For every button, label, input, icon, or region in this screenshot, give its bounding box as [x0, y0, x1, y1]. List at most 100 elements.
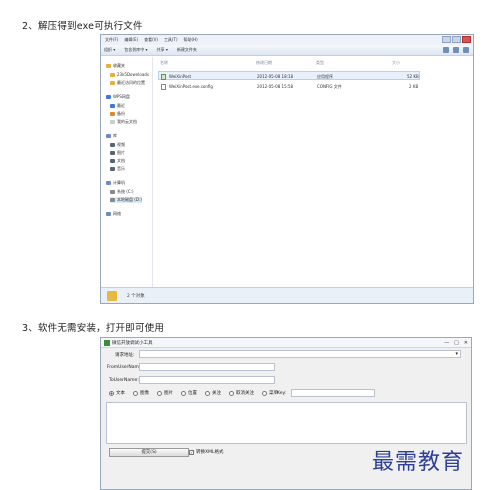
checkbox-label: 转换XML格式 [196, 450, 224, 455]
column-date[interactable]: 修改日期 [256, 60, 272, 66]
file-type: 应用程序 [317, 74, 333, 79]
include-library-button[interactable]: 包含到库中 ▾ [124, 47, 147, 53]
nav-item[interactable]: 图片 [110, 150, 125, 156]
close-icon[interactable] [462, 36, 471, 43]
nav-item-label: 文档 [117, 158, 125, 163]
nav-item-label: WPS网盘 [113, 94, 130, 99]
config-file-icon [161, 84, 166, 90]
from-user-input[interactable] [139, 363, 275, 371]
nav-item-label: 最近 [117, 103, 125, 108]
folder-icon [107, 291, 117, 301]
nav-item[interactable]: 系统 (C:) [110, 189, 134, 195]
file-size: 52 KB [407, 74, 419, 79]
title-bar: 微信开放调试小工具 [101, 338, 471, 348]
menu-view[interactable]: 查看(V) [144, 37, 158, 43]
maximize-icon[interactable]: □ [454, 340, 459, 346]
explorer-window: 文件(F) 编辑(E) 查看(V) 工具(T) 帮助(H) 组织 ▾ 包含到库中… [100, 34, 474, 304]
nav-item-label: 备份 [117, 111, 125, 116]
to-user-label: ToUserName: [109, 378, 139, 383]
nav-item-icon [106, 95, 111, 99]
column-name[interactable]: 名称 [160, 60, 168, 66]
nav-item-icon [110, 151, 115, 155]
radio-menu[interactable]: 菜单 [262, 390, 278, 396]
nav-item[interactable]: 网络 [106, 211, 121, 217]
nav-item[interactable]: 音乐 [110, 166, 125, 172]
nav-item-label: 我的云文档 [117, 119, 137, 124]
explorer-toolbar: 组织 ▾ 包含到库中 ▾ 共享 ▾ 新建文件夹 [101, 45, 473, 56]
nav-item-label: 计算机 [113, 180, 125, 185]
radio-image[interactable]: 图像 [133, 390, 149, 396]
nav-item-icon [110, 190, 115, 194]
radio-dot-icon [262, 390, 267, 396]
nav-item-label: 23k5Downloads [117, 72, 149, 77]
key-input[interactable] [291, 389, 375, 397]
radio-dot-icon [229, 390, 234, 396]
nav-item[interactable]: 最近访问的位置 [110, 80, 145, 86]
nav-item-label: 最近访问的位置 [117, 80, 145, 85]
nav-item[interactable]: 23k5Downloads [110, 72, 149, 77]
message-content-textarea[interactable] [106, 402, 467, 444]
new-folder-button[interactable]: 新建文件夹 [177, 47, 197, 53]
window-title: 微信开放调试小工具 [112, 340, 153, 346]
preview-pane-icon[interactable] [453, 47, 459, 53]
nav-item[interactable]: 视频 [110, 142, 125, 148]
view-options [443, 47, 469, 53]
share-button[interactable]: 共享 ▾ [157, 47, 168, 53]
help-icon[interactable] [463, 47, 469, 53]
checkbox-check-icon: ✓ [189, 449, 194, 455]
nav-item[interactable]: 收藏夹 [106, 63, 125, 69]
nav-item-label: 视频 [117, 142, 125, 147]
nav-item-label: 库 [113, 133, 117, 138]
radio-label: 关注 [212, 391, 221, 396]
nav-item[interactable]: WPS网盘 [106, 94, 130, 100]
file-row[interactable]: WeiXinPost.exe.config 2012-05-08 15:58 C… [158, 81, 420, 90]
nav-item[interactable]: 最近 [110, 103, 125, 109]
radio-location[interactable]: 位置 [181, 390, 197, 396]
to-user-input[interactable] [139, 376, 275, 384]
radio-follow[interactable]: 关注 [205, 390, 221, 396]
file-name: WeiXinPost.exe.config [169, 84, 213, 89]
menu-file[interactable]: 文件(F) [105, 37, 118, 43]
key-label: Key: [277, 391, 287, 396]
minimize-icon[interactable] [442, 36, 451, 43]
request-url-dropdown[interactable]: ▾ [139, 350, 461, 358]
xml-format-checkbox[interactable]: ✓ 转换XML格式 [189, 449, 223, 455]
step-3-heading: 3、软件无需安装，打开即可使用 [22, 323, 165, 334]
nav-item-label: 本地磁盘 (D:) [117, 197, 142, 202]
explorer-window-controls [442, 36, 471, 43]
radio-text[interactable]: 文本 [109, 390, 125, 396]
view-mode-icon[interactable] [443, 47, 449, 53]
file-list: 名称 修改日期 类型 大小 WeiXinPost 2012-05-08 18:1… [154, 57, 473, 289]
exe-file-icon [161, 74, 166, 80]
message-type-group: 文本 图像 图片 位置 关注 取消关注 菜单 [109, 390, 278, 396]
nav-item[interactable]: 计算机 [106, 180, 125, 186]
file-row[interactable]: WeiXinPost 2012-05-08 18:18 应用程序 52 KB [158, 71, 420, 80]
menu-tools[interactable]: 工具(T) [164, 37, 178, 43]
nav-item[interactable]: 文档 [110, 158, 125, 164]
nav-item[interactable]: 本地磁盘 (D:) [110, 197, 142, 203]
radio-label: 取消关注 [236, 391, 254, 396]
nav-item-icon [110, 167, 115, 171]
column-type[interactable]: 类型 [316, 60, 324, 66]
menu-edit[interactable]: 编辑(E) [124, 37, 138, 43]
nav-item[interactable]: 备份 [110, 111, 125, 117]
object-count: 2 个对象 [127, 294, 145, 299]
radio-picture[interactable]: 图片 [157, 390, 173, 396]
nav-item-label: 收藏夹 [113, 63, 125, 68]
explorer-menubar: 文件(F) 编辑(E) 查看(V) 工具(T) 帮助(H) [101, 35, 473, 45]
minimize-icon[interactable]: — [444, 340, 449, 346]
column-size[interactable]: 大小 [392, 60, 400, 66]
close-icon[interactable]: ✕ [464, 340, 468, 346]
request-url-label: 请求地址: [115, 353, 135, 358]
radio-unfollow[interactable]: 取消关注 [229, 390, 254, 396]
nav-item[interactable]: 库 [106, 133, 117, 139]
organize-button[interactable]: 组织 ▾ [104, 47, 115, 53]
nav-item-icon [106, 64, 111, 68]
nav-item[interactable]: 我的云文档 [110, 119, 137, 125]
menu-help[interactable]: 帮助(H) [184, 37, 198, 43]
radio-label: 文本 [116, 391, 125, 396]
submit-button[interactable]: 提交(S) [109, 448, 189, 457]
maximize-icon[interactable] [452, 36, 461, 43]
file-name: WeiXinPost [169, 74, 192, 79]
nav-item-icon [110, 159, 115, 163]
